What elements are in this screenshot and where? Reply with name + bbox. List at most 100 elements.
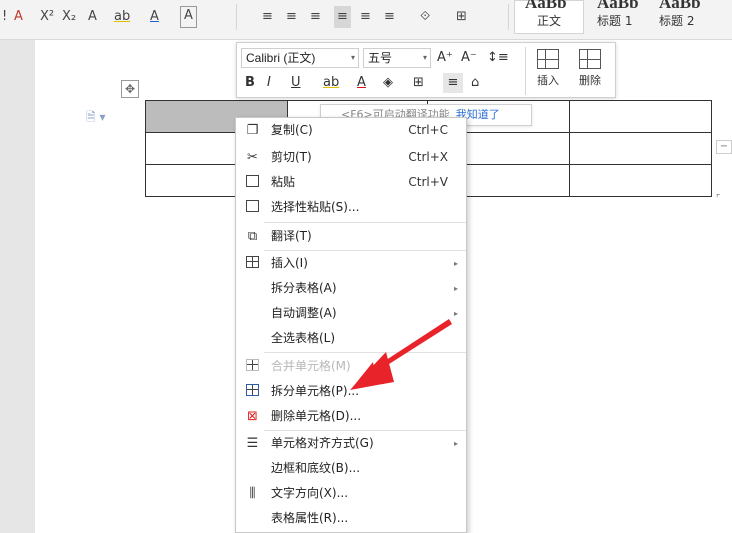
menu-separator (264, 352, 466, 353)
divider (236, 4, 237, 30)
borders-button[interactable]: ⊞ (413, 73, 424, 93)
mini-toolbar: Calibri (正文) ▾ 五号 ▾ A⁺ A⁻ ↕≡ B I U ab A … (236, 42, 616, 98)
menu-item-label: 复制(C) (271, 123, 313, 137)
menu-item-label: 自动调整(A) (271, 306, 337, 320)
menu-item-cell-alignment[interactable]: ☰ 单元格对齐方式(G) ▸ (236, 431, 466, 456)
divider (508, 4, 509, 30)
chevron-right-icon: ▸ (453, 259, 458, 268)
style-label: 正文 (537, 14, 562, 28)
font-size-select[interactable]: 五号 ▾ (363, 48, 431, 68)
insert-row-button[interactable]: 插入 (531, 49, 565, 88)
merge-cells-icon (245, 359, 260, 374)
bold-button[interactable]: B (245, 73, 255, 93)
ribbon-toolbar: ! A X² X₂ A ab A A ≡ ≡ ≡ ≡ ≡ ≡ ⟐ ⊞ AaBb … (0, 0, 732, 40)
highlight-button[interactable]: ab (114, 6, 130, 28)
paste-special-icon (245, 200, 260, 215)
highlight-button[interactable]: ab (323, 73, 339, 93)
menu-item-label: 表格属性(R)... (271, 511, 349, 525)
table-insert-icon (245, 256, 260, 271)
menu-item-autofit[interactable]: 自动调整(A) ▸ (236, 301, 466, 326)
divider (525, 47, 526, 95)
add-column-icon[interactable]: − (716, 140, 732, 154)
table-delete-icon (579, 49, 601, 69)
menu-item-label: 粘贴 (271, 175, 296, 189)
align-left-button[interactable]: ≡ (262, 6, 273, 28)
menu-item-split-table[interactable]: 拆分表格(A) ▸ (236, 276, 466, 301)
ribbon-tool-0[interactable]: ! (2, 6, 7, 28)
distribute-button[interactable]: ≡ (360, 6, 371, 28)
menu-separator (264, 222, 466, 223)
paragraph-icon[interactable]: 🗎 ▾ (86, 108, 106, 129)
font-size-value: 五号 (368, 51, 393, 65)
char-border-button[interactable]: A (180, 6, 197, 28)
font-color-button[interactable]: A (357, 73, 366, 93)
menu-item-label: 删除单元格(D)... (271, 409, 362, 423)
menu-item-split-cells[interactable]: 拆分单元格(P)... (236, 379, 466, 404)
menu-item-copy[interactable]: ❐ 复制(C) Ctrl+C (236, 118, 466, 143)
align-button[interactable]: ≡ (443, 73, 463, 93)
document-margin (0, 40, 35, 533)
style-heading-1[interactable]: AaBb 标题 1 (586, 0, 656, 34)
split-cells-icon (245, 384, 260, 399)
menu-item-label: 拆分单元格(P)... (271, 384, 360, 398)
menu-item-label: 合并单元格(M) (271, 359, 351, 373)
menu-item-merge-cells: 合并单元格(M) (236, 354, 466, 379)
text-effect-button[interactable]: A (88, 6, 97, 28)
align-center-button[interactable]: ≡ (286, 6, 297, 28)
clear-format-button[interactable]: ⌂ (471, 73, 479, 93)
underline-button[interactable]: U (291, 73, 301, 93)
menu-item-label: 单元格对齐方式(G) (271, 436, 374, 450)
style-normal[interactable]: AaBb 正文 (514, 0, 584, 34)
menu-item-cut[interactable]: ✂ 剪切(T) Ctrl+X (236, 145, 466, 170)
grow-font-button[interactable]: A⁺ (437, 48, 453, 68)
menu-item-borders-shading[interactable]: 边框和底纹(B)... (236, 456, 466, 481)
menu-item-delete-cells[interactable]: ⊠ 删除单元格(D)... (236, 404, 466, 429)
menu-item-label: 文字方向(X)... (271, 486, 349, 500)
menu-item-paste-special[interactable]: 选择性粘贴(S)... (236, 195, 466, 220)
chevron-down-icon: ▾ (422, 53, 427, 62)
insert-label: 插入 (537, 74, 559, 87)
table-move-handle-icon[interactable]: ✥ (121, 80, 139, 98)
style-heading-2[interactable]: AaBb 标题 2 (652, 0, 732, 34)
table-cell[interactable] (569, 100, 712, 133)
borders-button[interactable]: ⊞ (456, 6, 467, 28)
chevron-right-icon: ▸ (453, 284, 458, 293)
menu-item-translate[interactable]: ⧉ 翻译(T) (236, 224, 466, 249)
menu-item-text-direction[interactable]: ⫼ 文字方向(X)... (236, 481, 466, 506)
delete-label: 删除 (579, 74, 601, 87)
italic-button[interactable]: I (267, 73, 271, 93)
superscript-button[interactable]: X² (40, 6, 54, 28)
line-spacing-button[interactable]: ↕≡ (487, 48, 509, 68)
delete-cells-icon: ⊠ (247, 409, 258, 424)
menu-item-insert[interactable]: 插入(I) ▸ (236, 251, 466, 276)
justify-button[interactable]: ≡ (334, 6, 351, 28)
font-name-select[interactable]: Calibri (正文) ▾ (241, 48, 359, 68)
menu-item-label: 拆分表格(A) (271, 281, 337, 295)
strikethrough-icon[interactable]: A (14, 6, 23, 28)
menu-item-label: 边框和底纹(B)... (271, 461, 361, 475)
font-color-button[interactable]: A (150, 6, 159, 28)
shrink-font-button[interactable]: A⁻ (461, 48, 477, 68)
menu-item-label: 插入(I) (271, 256, 308, 270)
table-insert-icon (537, 49, 559, 69)
context-menu: ❐ 复制(C) Ctrl+C ✂ 剪切(T) Ctrl+X 粘贴 Ctrl+V … (235, 117, 467, 533)
menu-item-shortcut: Ctrl+X (408, 150, 448, 164)
delete-row-button[interactable]: 删除 (573, 49, 607, 88)
menu-item-select-table[interactable]: 全选表格(L) (236, 326, 466, 351)
shading-button[interactable]: ◈ (383, 73, 393, 93)
table-resize-icon[interactable]: ⌜ (716, 194, 720, 204)
table-cell[interactable] (569, 132, 712, 165)
menu-item-table-properties[interactable]: 表格属性(R)... (236, 506, 466, 531)
menu-item-label: 全选表格(L) (271, 331, 336, 345)
menu-item-paste[interactable]: 粘贴 Ctrl+V (236, 170, 466, 195)
copy-icon: ❐ (246, 123, 259, 138)
subscript-button[interactable]: X₂ (62, 6, 76, 28)
font-name-value: Calibri (正文) (246, 51, 316, 65)
menu-item-shortcut: Ctrl+V (408, 175, 448, 189)
paste-icon (245, 175, 260, 190)
line-spacing-button[interactable]: ≡ (384, 6, 395, 28)
align-right-button[interactable]: ≡ (310, 6, 321, 28)
table-cell[interactable] (569, 164, 712, 197)
translate-icon: ⧉ (247, 229, 258, 244)
shading-button[interactable]: ⟐ (420, 6, 430, 28)
